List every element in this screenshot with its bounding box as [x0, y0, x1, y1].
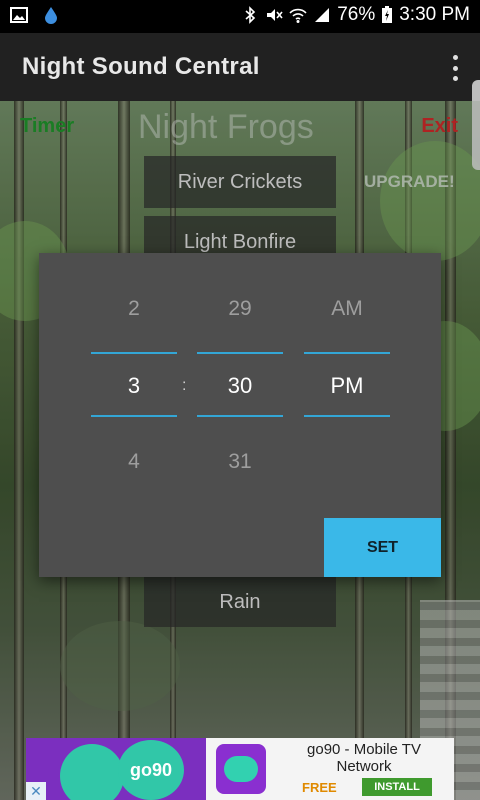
battery-percent: 76%: [337, 4, 376, 25]
hour-divider-top: [91, 352, 177, 354]
ad-install-button[interactable]: INSTALL: [362, 778, 432, 796]
app-bar: Night Sound Central: [0, 33, 480, 101]
clock: 3:30 PM: [399, 4, 470, 25]
status-bar: 76% 3:30 PM: [0, 0, 480, 33]
hour-next[interactable]: 4: [91, 450, 177, 474]
time-separator: :: [182, 377, 187, 394]
wifi-icon: [289, 8, 307, 23]
ad-close-icon[interactable]: ✕: [26, 782, 46, 800]
ad-app-icon: [216, 744, 266, 794]
ad-brand-art: go90: [26, 738, 206, 800]
minute-current[interactable]: 30: [197, 373, 283, 399]
water-drop-icon: [45, 7, 57, 24]
ad-chat-bubble-icon: [60, 744, 124, 800]
hour-prev[interactable]: 2: [91, 297, 177, 321]
ampm-prev[interactable]: AM: [304, 297, 390, 321]
signal-icon: [315, 8, 330, 22]
ad-title: go90 - Mobile TV Network: [307, 741, 421, 775]
ad-brand-logo: go90: [118, 740, 184, 800]
minute-divider-bottom: [197, 415, 283, 417]
hour-current[interactable]: 3: [91, 373, 177, 399]
ampm-current[interactable]: PM: [304, 373, 390, 399]
hour-divider-bottom: [91, 415, 177, 417]
bluetooth-icon: [245, 6, 256, 24]
battery-charging-icon: [382, 6, 393, 23]
image-notification-icon: [10, 7, 28, 23]
ampm-divider-top: [304, 352, 390, 354]
minute-next[interactable]: 31: [197, 450, 283, 474]
ad-price: FREE: [302, 780, 337, 795]
minute-prev[interactable]: 29: [197, 297, 283, 321]
time-picker-dialog: 2 3 4 : 29 30 31 AM PM SET: [39, 253, 441, 577]
app-title: Night Sound Central: [22, 53, 260, 80]
ampm-divider-bottom: [304, 415, 390, 417]
set-button[interactable]: SET: [324, 518, 441, 577]
ad-banner[interactable]: go90 go90 - Mobile TV Network FREE INSTA…: [26, 738, 454, 800]
overflow-menu-icon[interactable]: [450, 55, 460, 81]
minute-divider-top: [197, 352, 283, 354]
mute-icon: [267, 9, 283, 21]
